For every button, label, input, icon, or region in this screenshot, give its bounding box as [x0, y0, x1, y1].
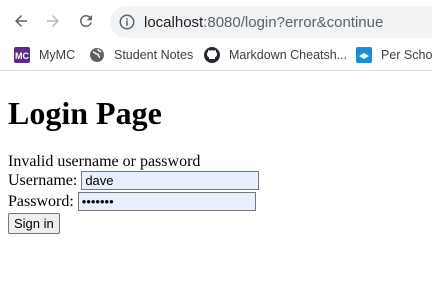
- address-bar[interactable]: localhost:8080/login?error&continue: [110, 6, 432, 38]
- username-field[interactable]: [81, 171, 260, 190]
- bookmark-markdown-cheatsheet[interactable]: Markdown Cheatsh...: [204, 45, 347, 65]
- bookmark-student-notes[interactable]: Student Notes: [89, 45, 193, 65]
- bookmark-favicon-icon: [356, 47, 372, 63]
- username-row: Username:: [8, 171, 260, 190]
- mymc-logo-icon: MC: [14, 47, 30, 63]
- forward-button[interactable]: [42, 10, 64, 32]
- bookmark-label: Per Schola: [381, 48, 432, 62]
- bookmark-label: Student Notes: [114, 48, 194, 62]
- back-button[interactable]: [10, 10, 32, 32]
- bookmarks-bar: MC MyMC Student Notes Markdown Cheatsh..…: [0, 42, 432, 68]
- url-path: :8080/login?error&continue: [203, 13, 384, 31]
- arrow-left-icon: [15, 15, 27, 27]
- bookmark-label: MyMC: [39, 48, 76, 62]
- url-host: localhost: [144, 13, 204, 31]
- svg-text:MC: MC: [15, 51, 29, 61]
- password-row: Password:: [8, 192, 256, 211]
- sign-in-button[interactable]: Sign in: [8, 213, 60, 234]
- reload-button[interactable]: [75, 10, 97, 32]
- arrow-right-icon: [47, 15, 59, 27]
- toolbar-divider: [0, 70, 432, 71]
- reload-icon: [79, 14, 92, 27]
- bookmark-label: Markdown Cheatsh...: [229, 48, 348, 62]
- page-title: Login Page: [8, 95, 162, 131]
- password-label: Password:: [8, 192, 74, 210]
- error-message: Invalid username or password: [8, 153, 201, 170]
- bookmark-mymc[interactable]: MC MyMC: [14, 45, 75, 65]
- password-field[interactable]: [77, 192, 256, 211]
- globe-icon: [89, 47, 105, 63]
- bookmark-per-schola[interactable]: Per Schola: [356, 45, 432, 65]
- username-label: Username:: [8, 171, 78, 189]
- github-icon: [204, 47, 220, 63]
- browser-toolbar: localhost:8080/login?error&continue: [0, 0, 432, 42]
- info-icon[interactable]: [118, 13, 136, 31]
